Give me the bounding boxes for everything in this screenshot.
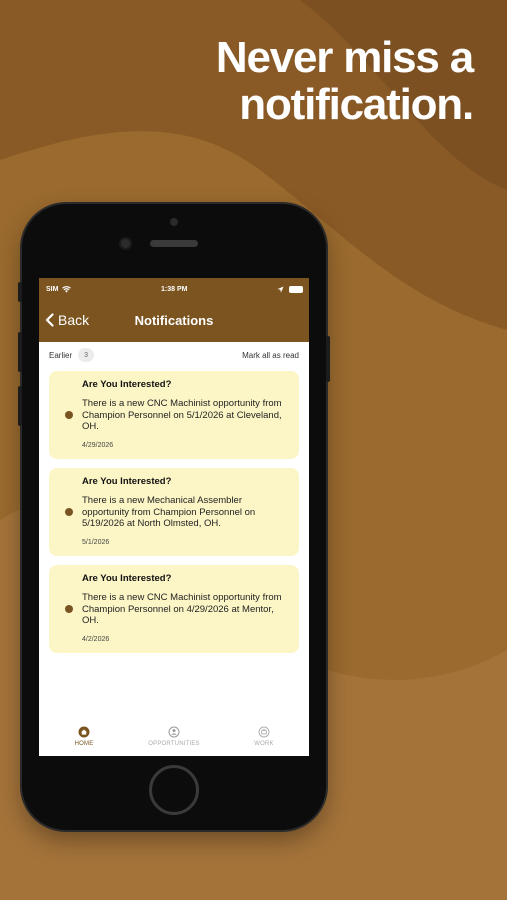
- power-button: [326, 336, 330, 382]
- notification-date: 4/29/2026: [82, 442, 114, 449]
- unread-dot-icon: [65, 411, 73, 419]
- tab-work-label: WORK: [254, 740, 274, 747]
- notification-card[interactable]: Are You Interested? There is a new Mecha…: [49, 468, 299, 556]
- notification-body: There is a new CNC Machinist opportunity…: [82, 592, 282, 626]
- app-screen: SIM 1:38 PM Back Notifications Earlier 3…: [39, 278, 309, 756]
- phone-frame: SIM 1:38 PM Back Notifications Earlier 3…: [18, 204, 330, 830]
- notification-title: Are You Interested?: [82, 379, 172, 390]
- wifi-icon: [62, 285, 72, 293]
- opportunities-icon: [168, 726, 180, 737]
- mark-all-read-button[interactable]: Mark all as read: [242, 351, 299, 360]
- promo-line-1: Never miss a: [215, 33, 474, 82]
- section-label: Earlier: [49, 350, 73, 360]
- page-title: Notifications: [134, 313, 214, 328]
- promo-headline: Never miss a notification.: [53, 33, 474, 129]
- volume-down-button: [18, 386, 22, 426]
- notification-body: There is a new Mechanical Assembler oppo…: [82, 495, 256, 529]
- notification-card[interactable]: Are You Interested? There is a new CNC M…: [49, 565, 299, 653]
- notification-body: There is a new CNC Machinist opportunity…: [82, 398, 282, 432]
- home-icon: [78, 726, 90, 737]
- volume-up-button: [18, 332, 22, 372]
- tab-home-label: HOME: [74, 740, 94, 747]
- notification-date: 5/1/2026: [82, 539, 110, 546]
- navigation-bar: Back Notifications: [39, 300, 309, 342]
- unread-dot-icon: [65, 508, 73, 516]
- proximity-sensor: [170, 218, 178, 226]
- mute-switch: [18, 282, 22, 302]
- status-time: 1:38 PM: [160, 285, 188, 293]
- notification-card[interactable]: Are You Interested? There is a new CNC M…: [49, 371, 299, 459]
- carrier-label: SIM: [46, 285, 59, 293]
- tab-opportunities-label: OPPORTUNITIES: [148, 740, 200, 747]
- bottom-tab-bar: HOME OPPORTUNITIES WORK: [39, 716, 309, 756]
- front-camera: [119, 237, 132, 250]
- notification-date: 4/2/2026: [82, 636, 110, 643]
- tab-work[interactable]: WORK: [224, 726, 304, 747]
- home-button[interactable]: [149, 765, 199, 815]
- list-header: Earlier 3 Mark all as read: [39, 342, 309, 368]
- work-icon: [258, 726, 270, 737]
- notification-list: Are You Interested? There is a new CNC M…: [39, 368, 309, 653]
- unread-dot-icon: [65, 605, 73, 613]
- location-arrow-icon: [277, 285, 284, 293]
- battery-icon: [288, 285, 303, 293]
- status-bar: SIM 1:38 PM: [39, 278, 309, 300]
- earpiece-speaker: [150, 240, 198, 247]
- count-badge: 3: [78, 348, 95, 362]
- tab-opportunities[interactable]: OPPORTUNITIES: [134, 726, 214, 747]
- notification-title: Are You Interested?: [82, 573, 172, 584]
- promo-line-2: notification.: [239, 80, 474, 129]
- app-header: SIM 1:38 PM Back Notifications: [39, 278, 309, 342]
- notification-title: Are You Interested?: [82, 476, 172, 487]
- tab-home[interactable]: HOME: [44, 726, 124, 747]
